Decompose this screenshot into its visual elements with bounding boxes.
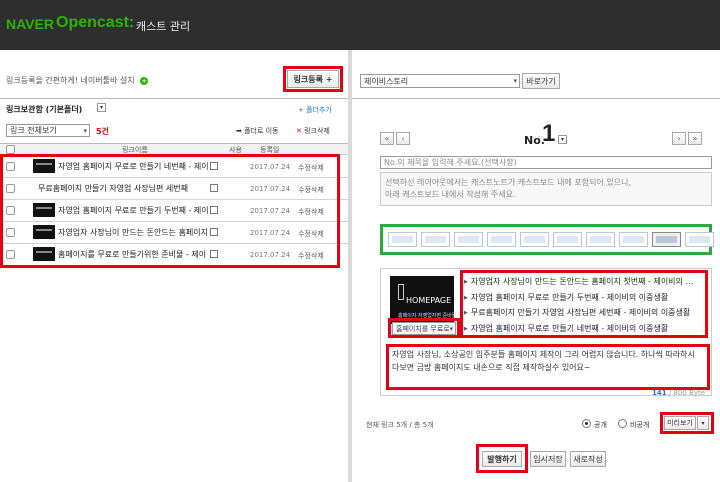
top-bar: NAVER Opencast: 캐스트 관리 bbox=[0, 0, 720, 50]
public-radio[interactable] bbox=[582, 419, 591, 428]
public-label: 공개 bbox=[594, 421, 607, 429]
cast-thumbnail[interactable]: HOMEPAGE 홈페이지 자영업자편 준비물 bbox=[390, 276, 456, 324]
cast-select-value: 제이비스토리 bbox=[364, 76, 409, 86]
toolbar-guide-text: 링크등록을 간편하게! 네이버툴바 설치 + bbox=[6, 75, 149, 86]
byte-total: / 800 Byte bbox=[668, 389, 706, 397]
link-storage-panel: 링크등록을 간편하게! 네이버툴바 설치 + 링크등록 + 링크보관함 (기본폴… bbox=[0, 50, 348, 482]
plus-circle-icon[interactable]: + bbox=[140, 77, 149, 85]
link-status: 현재 링크 5개 / 총 5개 bbox=[366, 421, 434, 429]
divider bbox=[0, 98, 348, 99]
radio-dot bbox=[585, 422, 588, 425]
delete-link[interactable]: ✕ 링크삭제 bbox=[296, 126, 330, 136]
layout-option-2[interactable] bbox=[421, 232, 450, 247]
cast-edit-panel: 제이비스토리 ▾ 바로가기 « ‹ No. 1 ▾ › » No.의 제목을 입력… bbox=[352, 50, 720, 482]
new-write-button[interactable]: 새로작성 bbox=[570, 451, 606, 467]
opencast-logo[interactable]: Opencast: bbox=[56, 14, 134, 32]
divider bbox=[352, 98, 720, 99]
notice-box: 선택하신 레이아웃에서는 캐스트노트가 캐스트보드 내에 포함되어 있으니, 아… bbox=[380, 172, 712, 206]
view-select-value: 링크 전체보기 bbox=[10, 126, 57, 135]
byte-counter: 141 / 800 Byte bbox=[652, 389, 705, 397]
pin-icon bbox=[398, 284, 404, 300]
layout-option-8[interactable] bbox=[619, 232, 648, 247]
first-page-button[interactable]: « bbox=[380, 132, 394, 145]
highlight-box bbox=[388, 318, 460, 338]
cast-select[interactable]: 제이비스토리 ▾ bbox=[360, 74, 520, 88]
no-value: 1 bbox=[542, 120, 556, 147]
layout-option-10[interactable] bbox=[685, 232, 714, 247]
move-folder-label: 폴더로 이동 bbox=[244, 127, 279, 135]
private-label: 비공개 bbox=[630, 421, 650, 429]
toolbar-install-link[interactable]: 링크등록을 간편하게! 네이버툴바 설치 bbox=[6, 76, 135, 85]
highlight-box bbox=[386, 344, 710, 390]
select-all-checkbox[interactable] bbox=[6, 145, 15, 154]
temp-save-button[interactable]: 임시저장 bbox=[530, 451, 566, 467]
layout-option-9[interactable] bbox=[652, 232, 681, 247]
link-count: 5건 bbox=[96, 127, 109, 136]
layout-option-1[interactable] bbox=[388, 232, 417, 247]
last-page-button[interactable]: » bbox=[688, 132, 702, 145]
highlight-box bbox=[660, 412, 714, 434]
highlight-box bbox=[0, 154, 340, 268]
highlight-box bbox=[476, 444, 528, 473]
prev-page-button[interactable]: ‹ bbox=[396, 132, 410, 145]
layout-option-4[interactable] bbox=[487, 232, 516, 247]
highlight-box bbox=[283, 66, 343, 92]
naver-logo[interactable]: NAVER bbox=[6, 16, 54, 32]
double-chevron-right-icon: » bbox=[692, 134, 698, 143]
chevron-left-icon: ‹ bbox=[401, 134, 405, 143]
thumb-title: HOMEPAGE bbox=[406, 296, 452, 305]
move-icon: ➡ bbox=[236, 127, 245, 135]
no-title-input[interactable]: No.의 제목을 입력해 주세요.(선택사항) bbox=[380, 156, 712, 169]
notice-line: 아래 캐스트보드 내에서 작성해 주세요. bbox=[385, 190, 516, 199]
delete-link-label: 링크삭제 bbox=[304, 127, 330, 135]
chevron-down-icon[interactable]: ▾ bbox=[558, 135, 567, 144]
move-folder-link[interactable]: ➡ 폴더로 이동 bbox=[236, 126, 279, 136]
chevron-right-icon: › bbox=[677, 134, 681, 143]
layout-selector bbox=[380, 224, 714, 255]
next-page-button[interactable]: › bbox=[672, 132, 686, 145]
go-button[interactable]: 바로가기 bbox=[522, 73, 560, 89]
private-radio[interactable] bbox=[618, 419, 627, 428]
byte-count: 141 bbox=[652, 389, 667, 397]
layout-option-6[interactable] bbox=[553, 232, 582, 247]
layout-option-7[interactable] bbox=[586, 232, 615, 247]
notice-line: 선택하신 레이아웃에서는 캐스트노트가 캐스트보드 내에 포함되어 있으니, bbox=[385, 178, 631, 187]
page-title: 캐스트 관리 bbox=[136, 20, 191, 33]
x-icon: ✕ bbox=[296, 127, 305, 135]
double-chevron-left-icon: « bbox=[384, 134, 390, 143]
add-folder-link[interactable]: + 폴더추가 bbox=[298, 105, 332, 115]
layout-option-3[interactable] bbox=[454, 232, 483, 247]
layout-option-5[interactable] bbox=[520, 232, 549, 247]
chevron-down-icon[interactable]: ▾ bbox=[97, 103, 106, 112]
add-folder-label: 폴더추가 bbox=[306, 106, 332, 114]
storage-title: 링크보관함 (기본폴더) bbox=[6, 105, 83, 114]
highlight-box bbox=[460, 270, 708, 338]
view-select[interactable]: 링크 전체보기 ▾ bbox=[6, 124, 90, 137]
chevron-down-icon: ▾ bbox=[513, 77, 517, 85]
chevron-down-icon: ▾ bbox=[83, 126, 87, 135]
